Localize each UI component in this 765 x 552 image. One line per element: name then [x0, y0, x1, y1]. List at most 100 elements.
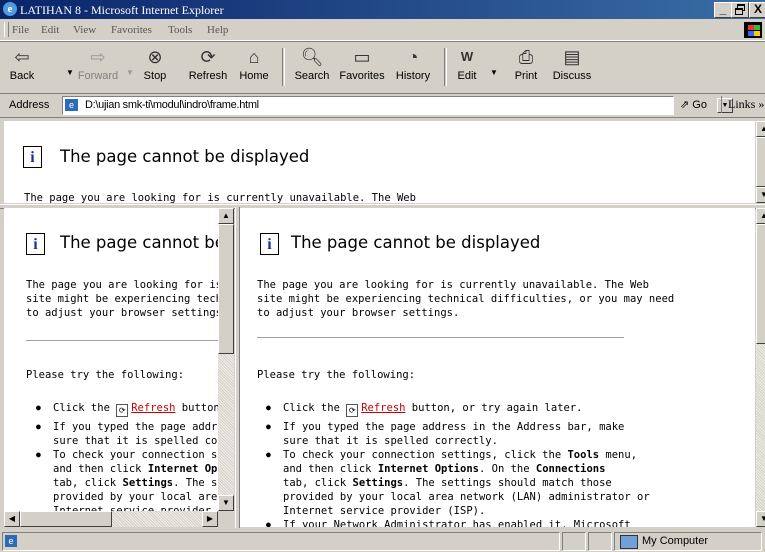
list-item: If you typed the page address in the Add… — [262, 420, 650, 448]
refresh-link[interactable]: Refresh — [131, 402, 175, 414]
stop-button[interactable]: ⊗ Stop — [138, 44, 172, 90]
forward-dropdown-icon[interactable]: ▼ — [126, 68, 134, 77]
refresh-icon: ⟳ — [200, 47, 216, 67]
left-frame-hscrollbar[interactable]: ◀ ▶ — [4, 511, 218, 527]
scroll-left-icon[interactable]: ◀ — [4, 511, 20, 527]
minimize-button[interactable]: _ — [714, 2, 732, 18]
list-item: To check your connection settings, click… — [262, 448, 650, 518]
menu-favorites[interactable]: Favorites — [111, 24, 152, 36]
home-button[interactable]: ⌂ Home — [236, 44, 272, 90]
menu-view[interactable]: View — [73, 24, 96, 36]
printer-icon: ⎙ — [518, 47, 534, 67]
scroll-up-icon[interactable]: ▲ — [756, 208, 765, 224]
favorites-button[interactable]: ▭ Favorites — [336, 44, 388, 90]
security-zone-panel: My Computer — [614, 532, 762, 551]
close-button[interactable]: X — [749, 2, 765, 18]
search-button[interactable]: 🔍︎ Search — [292, 44, 332, 90]
right-frame: i The page cannot be displayed The page … — [240, 208, 755, 527]
go-arrow-icon: ⇗ — [680, 99, 690, 111]
list-item: To check your connection settings, click… — [32, 448, 232, 511]
page-icon: e — [65, 99, 78, 111]
error-description: The page you are looking for is currentl… — [26, 279, 232, 319]
toolbar-separator — [444, 48, 447, 86]
my-computer-icon — [620, 535, 638, 549]
back-button[interactable]: ⇦ Back — [4, 44, 40, 90]
refresh-icon: ⟳ — [346, 404, 359, 417]
favorites-folder-icon: ▭ — [353, 47, 371, 67]
error-heading: The page cannot be displayed — [60, 233, 232, 252]
error-heading: The page cannot be displayed — [291, 233, 541, 252]
stop-icon: ⊗ — [147, 47, 163, 67]
window-title: LATIHAN 8 - Microsoft Internet Explorer — [20, 3, 224, 17]
search-icon: 🔍︎ — [300, 47, 324, 67]
standard-toolbar: ⇦ Back ▼ ⇨ Forward ▼ ⊗ Stop ⟳ Refresh ⌂ Home … — [0, 41, 765, 94]
menu-edit[interactable]: Edit — [41, 24, 59, 36]
scroll-up-icon[interactable]: ▲ — [218, 208, 234, 224]
scroll-down-icon[interactable]: ▼ — [218, 495, 234, 511]
title-bar[interactable]: e LATIHAN 8 - Microsoft Internet Explore… — [0, 0, 765, 19]
left-frame: i The page cannot be displayed The page … — [4, 208, 232, 511]
discuss-button[interactable]: ▤ Discuss — [550, 44, 594, 90]
top-frame-scrollbar[interactable]: ▲ ▼ — [756, 121, 765, 203]
ie-icon: e — [3, 2, 17, 16]
forward-arrow-icon: ⇨ — [90, 47, 106, 67]
zone-label: My Computer — [642, 535, 709, 547]
scroll-thumb[interactable] — [756, 137, 765, 187]
print-button[interactable]: ⎙ Print — [508, 44, 544, 90]
toolbar-separator — [282, 48, 285, 86]
menu-bar: File Edit View Favorites Tools Help — [0, 19, 765, 41]
left-frame-vscrollbar[interactable]: ▲ ▼ — [218, 208, 234, 511]
info-icon: i — [23, 146, 42, 168]
list-item: If your Network Administrator has enable… — [262, 518, 650, 527]
list-item: If you typed the page address in the Add… — [32, 420, 232, 448]
ie-page-icon: e — [5, 535, 17, 547]
go-button[interactable]: ⇗ Go — [680, 98, 707, 111]
history-button[interactable]: ◔ History — [390, 44, 436, 90]
scroll-right-icon[interactable]: ▶ — [202, 511, 218, 527]
scroll-up-icon[interactable]: ▲ — [756, 121, 765, 137]
address-bar: Address e D:\ujian smk-ti\modul\indro\fr… — [0, 93, 765, 118]
refresh-link[interactable]: Refresh — [361, 402, 405, 414]
refresh-button[interactable]: ⟳ Refresh — [186, 44, 230, 90]
top-frame: i The page cannot be displayed The page … — [4, 121, 755, 203]
divider — [26, 340, 232, 342]
status-panel-empty — [562, 532, 586, 551]
menu-grip[interactable] — [4, 22, 9, 37]
info-icon: i — [260, 233, 279, 255]
edit-dropdown-icon[interactable]: ▼ — [490, 68, 498, 77]
try-following-label: Please try the following: — [26, 369, 185, 381]
divider — [257, 337, 624, 339]
forward-button[interactable]: ⇨ Forward — [76, 44, 120, 90]
scroll-down-icon[interactable]: ▼ — [756, 511, 765, 527]
discuss-icon: ▤ — [563, 47, 581, 67]
edit-button[interactable]: W Edit — [452, 44, 482, 90]
scroll-down-icon[interactable]: ▼ — [756, 187, 765, 203]
address-input[interactable]: e D:\ujian smk-ti\modul\indro\frame.html… — [62, 96, 733, 115]
scroll-thumb[interactable] — [756, 224, 765, 344]
home-icon: ⌂ — [248, 47, 260, 67]
refresh-icon: ⟳ — [116, 404, 129, 417]
links-button[interactable]: Links » — [721, 96, 764, 113]
scroll-thumb[interactable] — [20, 511, 112, 527]
right-frame-scrollbar[interactable]: ▲ ▼ — [756, 208, 765, 527]
back-arrow-icon: ⇦ — [14, 47, 30, 67]
status-text-panel: e — [2, 532, 560, 551]
back-dropdown-icon[interactable]: ▼ — [66, 68, 74, 77]
windows-logo-icon — [744, 22, 762, 38]
info-icon: i — [26, 233, 45, 255]
error-heading: The page cannot be displayed — [60, 147, 310, 166]
try-following-label: Please try the following: — [257, 369, 416, 381]
menu-help[interactable]: Help — [207, 24, 228, 36]
menu-file[interactable]: File — [12, 24, 29, 36]
scroll-corner — [218, 511, 234, 527]
address-url: D:\ujian smk-ti\modul\indro\frame.html — [85, 99, 259, 111]
suggestion-list: Click the ⟳Refresh button, or try again … — [32, 401, 232, 511]
history-icon: ◔ — [407, 47, 419, 67]
error-description-partial: The page you are looking for is currentl… — [24, 192, 416, 203]
address-label: Address — [9, 99, 50, 111]
scroll-thumb[interactable] — [218, 224, 234, 354]
list-item: Click the ⟳Refresh button, or try again … — [32, 401, 232, 417]
restore-button[interactable] — [731, 2, 749, 18]
error-description: The page you are looking for is currentl… — [257, 279, 675, 319]
menu-tools[interactable]: Tools — [168, 24, 192, 36]
